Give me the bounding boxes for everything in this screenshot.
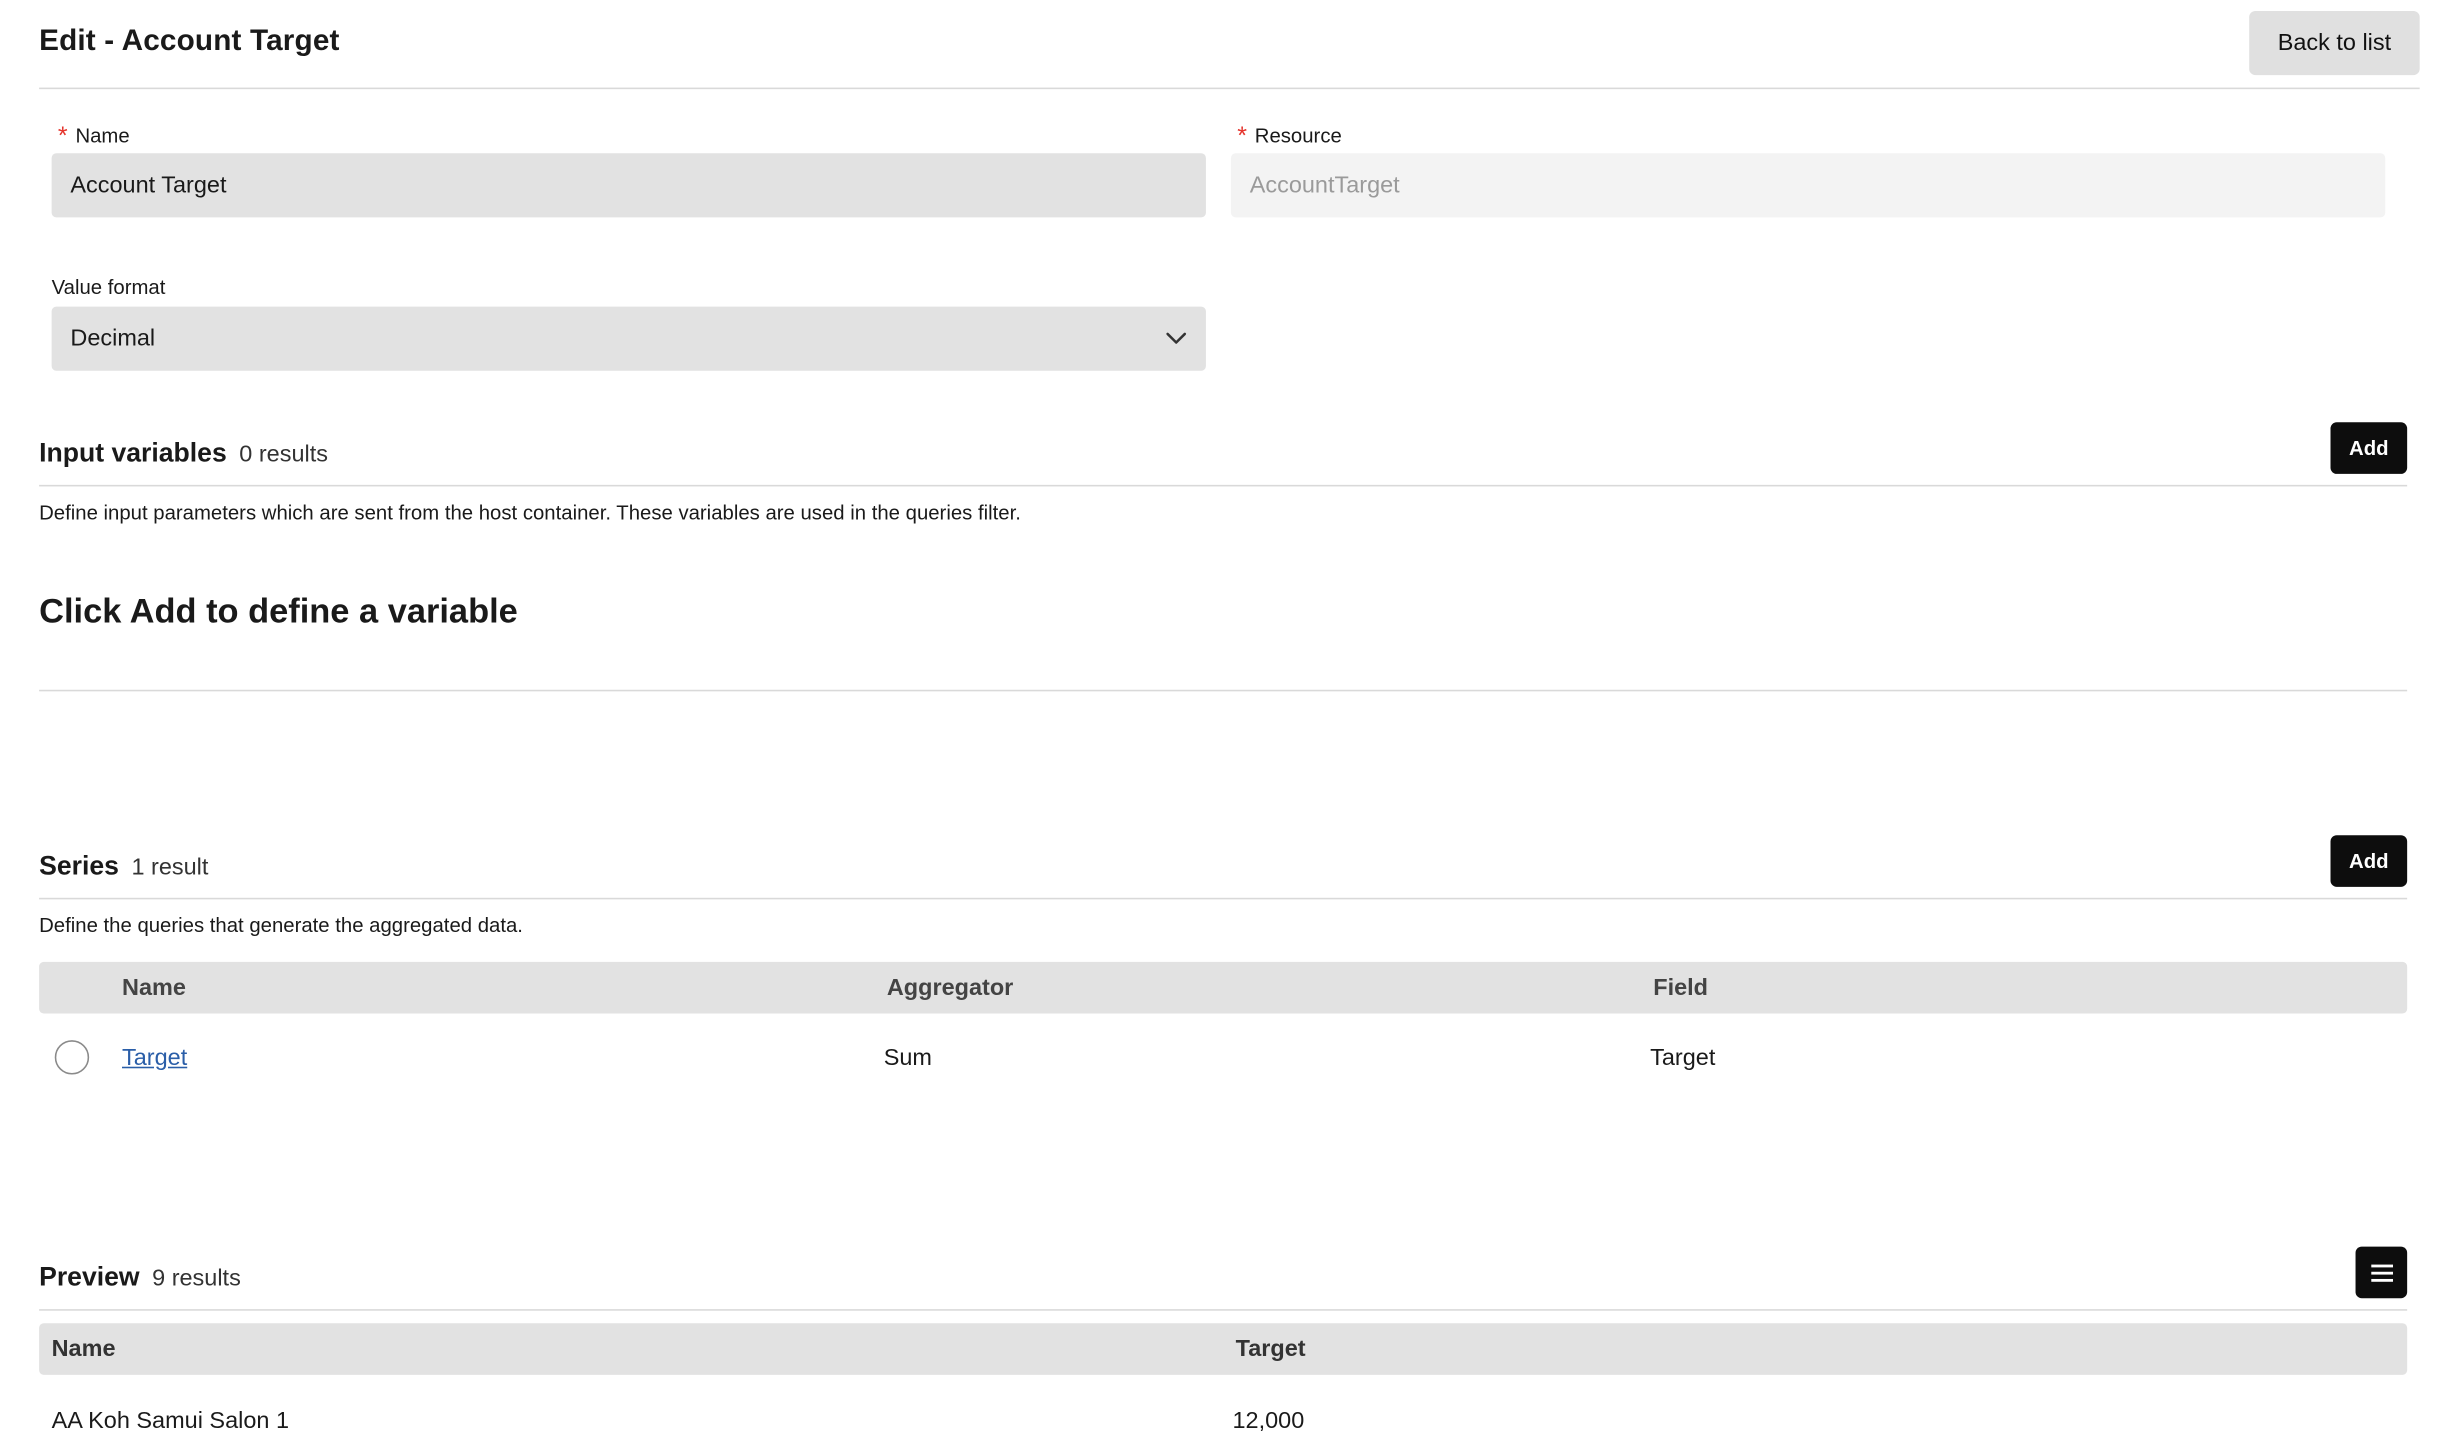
series-header: Series 1 result [39,851,208,882]
page-title: Edit - Account Target [39,25,340,58]
series-row-name-link[interactable]: Target [122,1045,187,1072]
row-select-radio[interactable] [54,1040,90,1075]
input-variables-header: Input variables 0 results [39,438,328,469]
preview-header: Preview 9 results [39,1262,241,1293]
series-description: Define the queries that generate the agg… [39,913,523,937]
name-label: * Name [58,120,130,150]
name-label-text: Name [75,122,130,147]
series-column-name: Name [121,974,186,1002]
preview-menu-button[interactable] [2355,1246,2408,1299]
input-variables-title: Input variables [39,437,227,468]
name-field-value: Account Target [70,172,227,199]
resource-field-value: AccountTarget [1249,172,1400,199]
series-row-field: Target [1650,1044,1716,1072]
resource-label-text: Resource [1254,122,1342,147]
input-variables-count: 0 results [239,441,328,468]
menu-icon [2370,1263,2393,1282]
required-asterisk-icon: * [1237,123,1247,151]
input-variables-empty-message: Click Add to define a variable [39,591,518,631]
series-column-field: Field [1653,974,1709,1002]
preview-title: Preview [39,1262,140,1292]
chevron-down-icon [1165,332,1187,346]
series-divider [39,897,2408,900]
add-series-button[interactable]: Add [2330,835,2408,887]
table-row: Target Sum Target [39,1020,2407,1095]
input-variables-divider [39,484,2408,487]
required-asterisk-icon: * [57,123,68,151]
preview-divider [39,1309,2408,1311]
value-format-label: Value format [51,275,166,299]
series-row-aggregator: Sum [883,1044,932,1072]
empty-state-divider [39,689,2408,692]
value-format-selected: Decimal [70,325,156,352]
series-count: 1 result [131,853,209,881]
preview-column-target: Target [1235,1335,1306,1363]
preview-row-target: 12,000 [1232,1407,1305,1434]
series-title: Series [39,850,119,881]
resource-field: AccountTarget [1230,153,2386,218]
preview-table-header: Name Target [39,1323,2408,1375]
input-variables-description: Define input parameters which are sent f… [39,500,1021,524]
series-column-aggregator: Aggregator [886,974,1014,1002]
name-field[interactable]: Account Target [51,153,1206,218]
header-divider [39,87,2420,90]
series-table-header: Name Aggregator Field [39,961,2408,1014]
resource-label: * Resource [1237,120,1342,150]
preview-count: 9 results [152,1265,241,1292]
preview-column-name: Name [51,1335,116,1363]
preview-row-name: AA Koh Samui Salon 1 [51,1407,289,1434]
add-input-variable-button[interactable]: Add [2330,422,2408,474]
value-format-select[interactable]: Decimal [51,306,1206,371]
back-to-list-button[interactable]: Back to list [2249,10,2420,76]
table-row: AA Koh Samui Salon 1 12,000 [39,1383,2407,1434]
